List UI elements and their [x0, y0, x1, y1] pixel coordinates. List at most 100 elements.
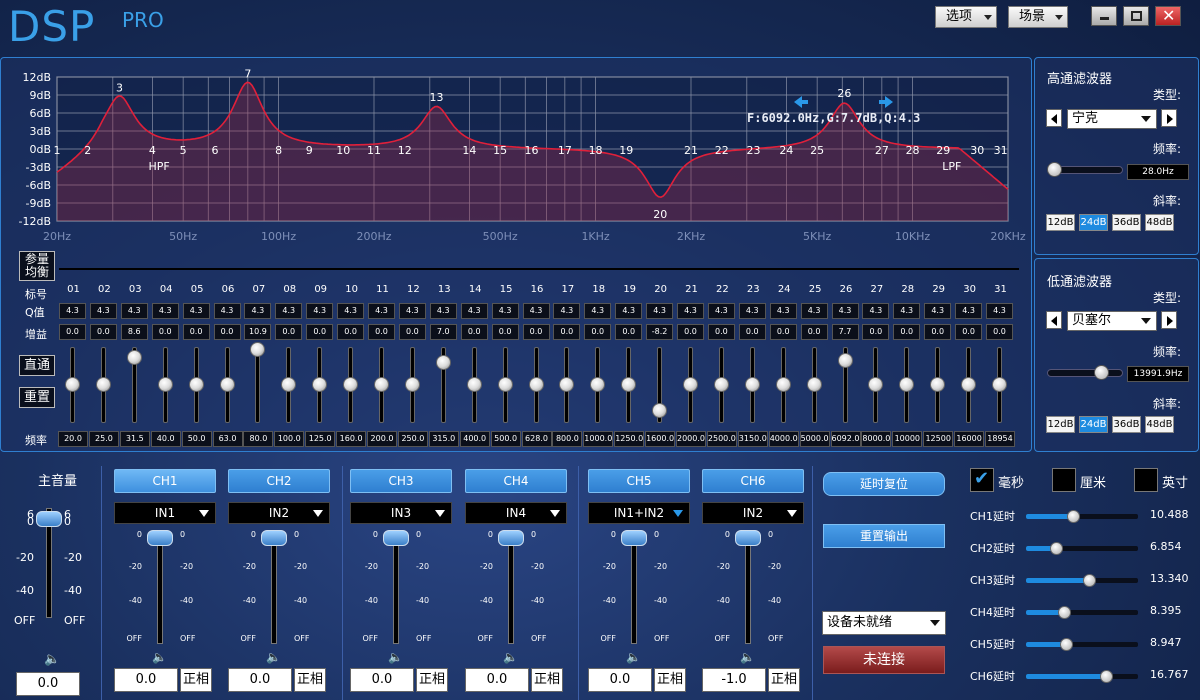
band-q-value[interactable]: 4.3 [677, 303, 704, 319]
band-gain-value[interactable]: 0.0 [769, 324, 797, 340]
band-gain-handle[interactable] [157, 377, 173, 392]
lpf-type-next-button[interactable] [1161, 311, 1177, 329]
band-q-value[interactable]: 4.3 [831, 303, 859, 319]
band-q-value[interactable]: 4.3 [553, 303, 581, 319]
band-freq-value[interactable]: 250.0 [397, 431, 428, 447]
band-q-value[interactable]: 4.3 [275, 303, 303, 319]
band-gain-value[interactable]: 0.0 [615, 324, 643, 340]
channel-fader-track[interactable] [157, 536, 163, 644]
channel-phase-button[interactable]: 正相 [768, 668, 800, 692]
band-gain-value[interactable]: 0.0 [955, 324, 983, 340]
hpf-freq-handle[interactable] [1047, 162, 1063, 177]
band-q-value[interactable]: 4.3 [151, 303, 179, 319]
band-freq-value[interactable]: 1000.0 [583, 431, 614, 447]
band-gain-handle[interactable] [466, 377, 482, 392]
minimize-button[interactable] [1091, 6, 1117, 26]
band-q-value[interactable]: 4.3 [120, 303, 148, 319]
channel-phase-button[interactable]: 正相 [180, 668, 212, 692]
band-q-value[interactable]: 4.3 [59, 303, 86, 319]
band-q-value[interactable]: 4.3 [337, 303, 365, 319]
band-q-value[interactable]: 4.3 [398, 303, 426, 319]
delay-value[interactable]: 8.395 [1150, 604, 1182, 617]
band-q-value[interactable]: 4.3 [707, 303, 735, 319]
channel-fader-handle[interactable] [383, 530, 409, 546]
delay-value[interactable]: 6.854 [1150, 540, 1182, 553]
delay-value[interactable]: 8.947 [1150, 636, 1182, 649]
band-q-value[interactable]: 4.3 [522, 303, 550, 319]
band-q-value[interactable]: 4.3 [800, 303, 828, 319]
band-gain-handle[interactable] [497, 377, 513, 392]
band-q-value[interactable]: 4.3 [615, 303, 643, 319]
band-gain-value[interactable]: 0.0 [460, 324, 488, 340]
delay-value[interactable]: 10.488 [1150, 508, 1189, 521]
band-q-value[interactable]: 4.3 [368, 303, 395, 319]
slope-button-24dB[interactable]: 24dB [1079, 416, 1108, 433]
connect-button[interactable]: 未连接 [823, 646, 945, 674]
band-freq-value[interactable]: 40.0 [150, 431, 181, 447]
band-gain-handle[interactable] [65, 377, 80, 392]
band-freq-value[interactable]: 16000 [954, 431, 985, 447]
band-gain-handle[interactable] [435, 354, 451, 370]
speaker-icon[interactable]: 🔈 [626, 650, 641, 664]
band-gain-value[interactable]: 0.0 [584, 324, 612, 340]
band-gain-handle[interactable] [713, 377, 729, 392]
band-freq-value[interactable]: 8000.0 [861, 431, 892, 447]
band-gain-value[interactable]: 0.0 [275, 324, 303, 340]
channel-fader-track[interactable] [745, 536, 751, 644]
band-freq-value[interactable]: 160.0 [336, 431, 367, 447]
band-q-value[interactable]: 4.3 [182, 303, 210, 319]
channel-button-ch3[interactable]: CH3 [350, 469, 452, 493]
band-q-value[interactable]: 4.3 [646, 303, 674, 319]
band-gain-value[interactable]: 0.0 [738, 324, 766, 340]
band-q-value[interactable]: 4.3 [491, 303, 519, 319]
channel-gain-value[interactable]: 0.0 [465, 668, 529, 692]
band-gain-value[interactable]: 7.7 [831, 324, 859, 340]
band-freq-value[interactable]: 50.0 [181, 431, 212, 447]
channel-input-select[interactable]: IN1+IN2 [588, 502, 690, 524]
band-gain-handle[interactable] [374, 377, 389, 392]
lpf-freq-handle[interactable] [1094, 365, 1109, 380]
delay-value[interactable]: 16.767 [1150, 668, 1189, 681]
channel-button-ch2[interactable]: CH2 [228, 469, 330, 493]
band-gain-handle[interactable] [281, 377, 297, 392]
band-freq-value[interactable]: 400.0 [459, 431, 490, 447]
channel-gain-value[interactable]: 0.0 [588, 668, 652, 692]
hpf-type-select[interactable]: 宁克 [1067, 109, 1157, 129]
band-gain-handle[interactable] [590, 377, 606, 392]
delay-slider-handle[interactable] [1067, 510, 1081, 523]
band-gain-handle[interactable] [312, 377, 328, 392]
band-gain-handle[interactable] [992, 377, 1007, 392]
band-gain-value[interactable]: 0.0 [59, 324, 86, 340]
hpf-freq-value[interactable]: 28.0Hz [1127, 164, 1189, 180]
band-freq-value[interactable]: 6092.0 [830, 431, 861, 447]
band-gain-value[interactable]: -8.2 [646, 324, 674, 340]
channel-gain-value[interactable]: 0.0 [228, 668, 292, 692]
channel-gain-value[interactable]: 0.0 [350, 668, 414, 692]
band-freq-value[interactable]: 628.0 [521, 431, 552, 447]
band-q-value[interactable]: 4.3 [924, 303, 952, 319]
channel-fader-handle[interactable] [735, 530, 761, 546]
band-q-value[interactable]: 4.3 [893, 303, 921, 319]
maximize-button[interactable] [1123, 6, 1149, 26]
band-gain-handle[interactable] [652, 402, 668, 418]
band-gain-handle[interactable] [868, 377, 884, 392]
band-gain-value[interactable]: 0.0 [553, 324, 581, 340]
band-gain-value[interactable]: 0.0 [182, 324, 210, 340]
delay-value[interactable]: 13.340 [1150, 572, 1189, 585]
close-button[interactable]: ✕ [1155, 6, 1181, 26]
channel-fader-track[interactable] [631, 536, 637, 644]
band-freq-value[interactable]: 100.0 [274, 431, 305, 447]
band-freq-value[interactable]: 2500.0 [706, 431, 737, 447]
hpf-type-next-button[interactable] [1161, 109, 1177, 127]
band-gain-value[interactable]: 0.0 [491, 324, 519, 340]
band-gain-value[interactable]: 10.9 [244, 324, 272, 340]
band-q-value[interactable]: 4.3 [460, 303, 488, 319]
band-gain-value[interactable]: 0.0 [368, 324, 395, 340]
lpf-freq-value[interactable]: 13991.9Hz [1127, 366, 1189, 382]
channel-phase-button[interactable]: 正相 [294, 668, 326, 692]
channel-fader-track[interactable] [271, 536, 277, 644]
band-gain-value[interactable]: 0.0 [522, 324, 550, 340]
hpf-freq-slider[interactable] [1047, 162, 1123, 177]
band-q-value[interactable]: 4.3 [769, 303, 797, 319]
band-freq-value[interactable]: 18954 [985, 431, 1015, 447]
